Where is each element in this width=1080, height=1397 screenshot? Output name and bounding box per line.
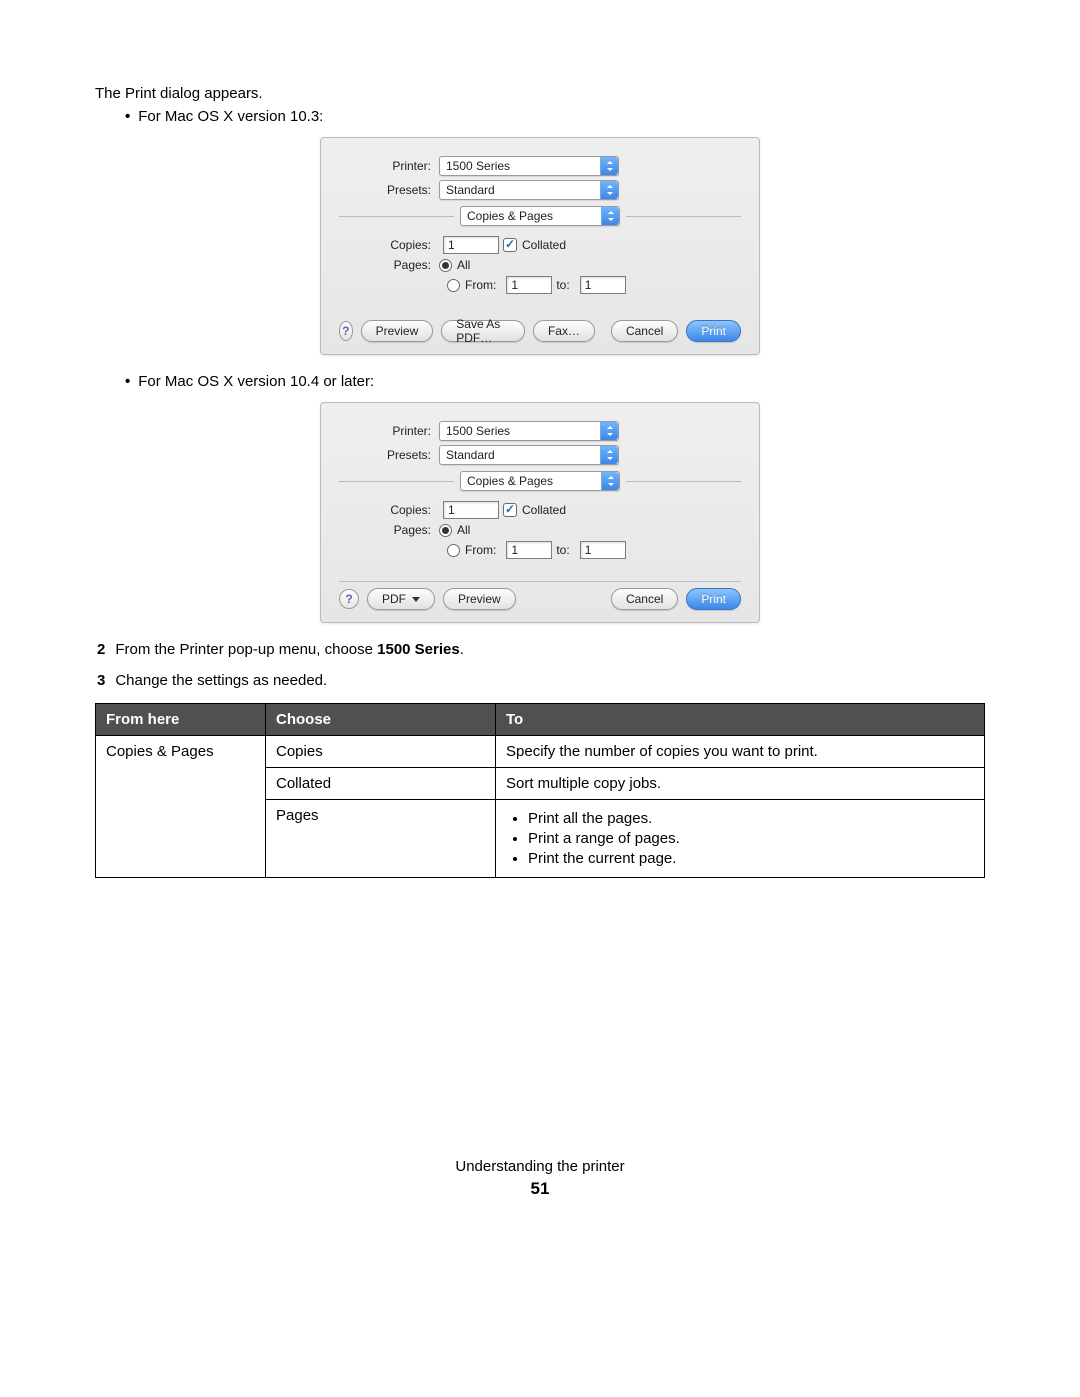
cell-choose: Pages (266, 800, 496, 878)
pages-to-field[interactable]: 1 (580, 541, 626, 559)
bullet-104: •For Mac OS X version 10.4 or later: (125, 373, 985, 390)
collated-checkbox[interactable] (503, 503, 517, 517)
cancel-button[interactable]: Cancel (611, 588, 678, 610)
presets-popup[interactable]: Standard (439, 180, 619, 200)
cell-choose: Copies (266, 736, 496, 768)
th-to: To (496, 704, 985, 736)
presets-label: Presets: (339, 448, 439, 462)
pages-all-label: All (457, 258, 470, 272)
print-dialog-104: Printer: 1500 Series Presets: Standard C… (320, 402, 760, 623)
print-dialog-103: Printer: 1500 Series Presets: Standard C… (320, 137, 760, 355)
settings-table: From here Choose To Copies & Pages Copie… (95, 703, 985, 878)
printer-popup[interactable]: 1500 Series (439, 156, 619, 176)
section-value: Copies & Pages (467, 474, 553, 488)
pages-from-label: From: (465, 543, 496, 557)
bullet-104-text: For Mac OS X version 10.4 or later: (138, 373, 374, 390)
page-number: 51 (95, 1179, 985, 1199)
divider (339, 481, 454, 482)
cell-fromhere: Copies & Pages (96, 736, 266, 878)
collated-label: Collated (522, 503, 566, 517)
intro-text: The Print dialog appears. (95, 85, 985, 102)
popup-arrow-icon (600, 422, 618, 440)
th-from-here: From here (96, 704, 266, 736)
collated-checkbox[interactable] (503, 238, 517, 252)
popup-arrow-icon (601, 207, 619, 225)
pages-label: Pages: (339, 523, 439, 537)
help-button[interactable]: ? (339, 321, 353, 341)
preview-button[interactable]: Preview (443, 588, 516, 610)
copies-label: Copies: (339, 503, 439, 517)
printer-value: 1500 Series (446, 159, 510, 173)
bullet-103-text: For Mac OS X version 10.3: (138, 108, 323, 125)
presets-value: Standard (446, 448, 495, 462)
table-row: Copies & Pages Copies Specify the number… (96, 736, 985, 768)
pages-from-field[interactable]: 1 (506, 541, 552, 559)
help-button[interactable]: ? (339, 589, 359, 609)
pages-to-label: to: (556, 278, 569, 292)
divider (339, 216, 454, 217)
pages-label: Pages: (339, 258, 439, 272)
section-value: Copies & Pages (467, 209, 553, 223)
pages-from-radio[interactable] (447, 544, 460, 557)
cell-to: Sort multiple copy jobs. (496, 768, 985, 800)
divider (339, 581, 741, 582)
collated-label: Collated (522, 238, 566, 252)
popup-arrow-icon (601, 472, 619, 490)
copies-field[interactable]: 1 (443, 236, 499, 254)
presets-label: Presets: (339, 183, 439, 197)
list-item: Print a range of pages. (528, 830, 974, 847)
list-item: Print the current page. (528, 850, 974, 867)
printer-label: Printer: (339, 424, 439, 438)
step-3: 3Change the settings as needed. (95, 672, 985, 689)
section-popup[interactable]: Copies & Pages (460, 206, 620, 226)
copies-field[interactable]: 1 (443, 501, 499, 519)
footer-title: Understanding the printer (95, 1158, 985, 1175)
fax-button[interactable]: Fax… (533, 320, 595, 342)
cell-to: Specify the number of copies you want to… (496, 736, 985, 768)
pdf-menu-button[interactable]: PDF (367, 588, 435, 610)
presets-value: Standard (446, 183, 495, 197)
popup-arrow-icon (600, 181, 618, 199)
pages-to-field[interactable]: 1 (580, 276, 626, 294)
print-button[interactable]: Print (686, 588, 741, 610)
cell-choose: Collated (266, 768, 496, 800)
section-popup[interactable]: Copies & Pages (460, 471, 620, 491)
cell-to: Print all the pages. Print a range of pa… (496, 800, 985, 878)
popup-arrow-icon (600, 157, 618, 175)
pages-from-radio[interactable] (447, 279, 460, 292)
divider (626, 216, 741, 217)
step-2: 2From the Printer pop-up menu, choose 15… (95, 641, 985, 658)
print-button[interactable]: Print (686, 320, 741, 342)
triangle-down-icon (412, 597, 420, 602)
th-choose: Choose (266, 704, 496, 736)
pages-from-label: From: (465, 278, 496, 292)
copies-label: Copies: (339, 238, 439, 252)
pages-all-label: All (457, 523, 470, 537)
save-as-pdf-button[interactable]: Save As PDF… (441, 320, 525, 342)
cancel-button[interactable]: Cancel (611, 320, 678, 342)
presets-popup[interactable]: Standard (439, 445, 619, 465)
printer-popup[interactable]: 1500 Series (439, 421, 619, 441)
divider (626, 481, 741, 482)
list-item: Print all the pages. (528, 810, 974, 827)
bullet-103: •For Mac OS X version 10.3: (125, 108, 985, 125)
preview-button[interactable]: Preview (361, 320, 434, 342)
popup-arrow-icon (600, 446, 618, 464)
pages-from-field[interactable]: 1 (506, 276, 552, 294)
pages-to-label: to: (556, 543, 569, 557)
pages-all-radio[interactable] (439, 259, 452, 272)
printer-value: 1500 Series (446, 424, 510, 438)
printer-label: Printer: (339, 159, 439, 173)
pages-all-radio[interactable] (439, 524, 452, 537)
